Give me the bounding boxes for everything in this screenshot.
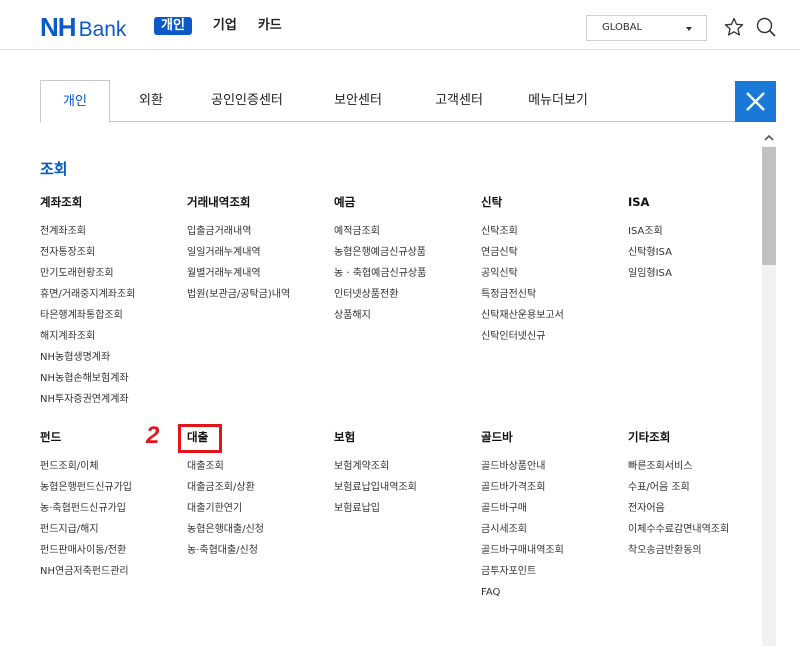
nh-bank-logo[interactable]: NH Bank — [40, 14, 126, 43]
menu-item[interactable]: 해지계좌조회 — [40, 326, 180, 347]
menu-column-other: 기타조회 빠른조회서비스 수표/어음 조회 전자어음 이체수수료감면내역조회 착… — [628, 427, 753, 561]
menu-item[interactable]: 전자통장조회 — [40, 242, 180, 263]
menu-item[interactable]: 신탁인터넷신규 — [481, 326, 621, 347]
menu-item[interactable]: 인터넷상품전환 — [334, 284, 474, 305]
menu-item[interactable]: 금투자포인트 — [481, 561, 621, 582]
menu-item[interactable]: 펀드지급/해지 — [40, 519, 180, 540]
menu-item[interactable]: 농 · 축협예금신규상품 — [334, 263, 474, 284]
column-heading[interactable]: 기타조회 — [628, 427, 753, 447]
star-icon[interactable] — [723, 16, 745, 38]
menu-item[interactable]: 일임형ISA — [628, 263, 753, 284]
menu-tabs: 개인 외환 공인인증센터 보안센터 고객센터 메뉴더보기 — [40, 80, 735, 123]
menu-item[interactable]: NH투자증권연계계좌 — [40, 389, 180, 410]
tab-certificate-center[interactable]: 공인인증센터 — [192, 80, 302, 122]
menu-item[interactable]: 신탁형ISA — [628, 242, 753, 263]
menu-item[interactable]: 골드바가격조회 — [481, 477, 621, 498]
menu-column-insurance: 보험 보험계약조회 보험료납입내역조회 보험료납입 — [334, 427, 474, 519]
menu-column-fund: 펀드 펀드조회/이체 농협은행펀드신규가입 농·축협펀드신규가입 펀드지급/해지… — [40, 427, 180, 582]
scroll-up-button[interactable] — [762, 130, 776, 144]
logo-bank-text: Bank — [78, 18, 127, 41]
menu-item[interactable]: ISA조회 — [628, 221, 753, 242]
menu-item[interactable]: NH연금저축펀드관리 — [40, 561, 180, 582]
menu-item[interactable]: 휴면/거래중지계좌조회 — [40, 284, 180, 305]
top-nav: 개인 기업 카드 — [154, 17, 303, 35]
menu-item[interactable]: 연금신탁 — [481, 242, 621, 263]
menu-item[interactable]: 공익신탁 — [481, 263, 621, 284]
menu-column-gold-bar: 골드바 골드바상품안내 골드바가격조회 골드바구매 금시세조회 골드바구매내역조… — [481, 427, 621, 603]
global-select[interactable]: GLOBAL — [586, 15, 707, 41]
menu-item[interactable]: 입출금거래내역 — [187, 221, 327, 242]
menu-item[interactable]: 대출기한연기 — [187, 498, 327, 519]
menu-column-transactions: 거래내역조회 입출금거래내역 일일거래누계내역 월별거래누계내역 법원(보관금/… — [187, 192, 327, 305]
menu-item[interactable]: 농협은행펀드신규가입 — [40, 477, 180, 498]
topnav-corporate[interactable]: 기업 — [213, 17, 237, 35]
chevron-up-icon — [764, 134, 774, 141]
menu-item[interactable]: 전자어음 — [628, 498, 753, 519]
column-heading[interactable]: 거래내역조회 — [187, 192, 327, 212]
menu-item[interactable]: 착오송금반환동의 — [628, 540, 753, 561]
menu-column-isa: ISA ISA조회 신탁형ISA 일임형ISA — [628, 192, 753, 284]
menu-item[interactable]: 펀드조회/이체 — [40, 456, 180, 477]
column-heading[interactable]: 신탁 — [481, 192, 621, 212]
menu-item[interactable]: 예적금조회 — [334, 221, 474, 242]
menu-item[interactable]: 특정금전신탁 — [481, 284, 621, 305]
menu-item[interactable]: 신탁조회 — [481, 221, 621, 242]
menu-item[interactable]: 금시세조회 — [481, 519, 621, 540]
menu-item[interactable]: 보험료납입내역조회 — [334, 477, 474, 498]
menu-item[interactable]: 만기도래현황조회 — [40, 263, 180, 284]
menu-item[interactable]: 골드바구매 — [481, 498, 621, 519]
menu-item[interactable]: 법원(보관금/공탁금)내역 — [187, 284, 327, 305]
search-icon[interactable] — [755, 16, 777, 38]
menu-item[interactable]: 농·축협대출/신청 — [187, 540, 327, 561]
column-heading[interactable]: 계좌조회 — [40, 192, 180, 212]
menu-item[interactable]: 대출금조회/상환 — [187, 477, 327, 498]
site-header: NH Bank 개인 기업 카드 GLOBAL — [0, 0, 800, 50]
menu-item[interactable]: 타은행계좌통합조회 — [40, 305, 180, 326]
global-select-label: GLOBAL — [602, 22, 643, 33]
column-heading[interactable]: 보험 — [334, 427, 474, 447]
tab-more-menu[interactable]: 메뉴더보기 — [504, 80, 612, 122]
menu-item[interactable]: 농협은행대출/신청 — [187, 519, 327, 540]
menu-item[interactable]: NH농협생명계좌 — [40, 347, 180, 368]
close-button[interactable] — [735, 81, 776, 122]
menu-item[interactable]: 농협은행예금신규상품 — [334, 242, 474, 263]
logo-nh-text: NH — [40, 12, 77, 42]
menu-item[interactable]: 월별거래누계내역 — [187, 263, 327, 284]
tab-customer-center[interactable]: 고객센터 — [414, 80, 504, 122]
menu-item[interactable]: 전계좌조회 — [40, 221, 180, 242]
chevron-down-icon — [686, 27, 692, 31]
menu-item[interactable]: 농·축협펀드신규가입 — [40, 498, 180, 519]
menu-column-account: 계좌조회 전계좌조회 전자통장조회 만기도래현황조회 휴면/거래중지계좌조회 타… — [40, 192, 180, 410]
annotation-step-number: 2 — [146, 422, 160, 449]
tab-foreign-exchange[interactable]: 외환 — [110, 80, 192, 122]
menu-item[interactable]: 대출조회 — [187, 456, 327, 477]
menu-item[interactable]: 펀드판매사이동/전환 — [40, 540, 180, 561]
topnav-personal[interactable]: 개인 — [154, 17, 192, 35]
column-heading[interactable]: ISA — [628, 192, 753, 212]
menu-item[interactable]: NH농협손해보험계좌 — [40, 368, 180, 389]
tab-security-center[interactable]: 보안센터 — [302, 80, 414, 122]
menu-item[interactable]: 빠른조회서비스 — [628, 456, 753, 477]
menu-item[interactable]: FAQ — [481, 582, 621, 603]
menu-item[interactable]: 이체수수료감면내역조회 — [628, 519, 753, 540]
menu-column-deposit: 예금 예적금조회 농협은행예금신규상품 농 · 축협예금신규상품 인터넷상품전환… — [334, 192, 474, 326]
column-heading[interactable]: 골드바 — [481, 427, 621, 447]
scrollbar-thumb[interactable] — [762, 147, 776, 265]
close-icon — [746, 92, 765, 111]
section-title-inquiry: 조회 — [40, 160, 68, 178]
menu-item[interactable]: 골드바상품안내 — [481, 456, 621, 477]
menu-item[interactable]: 보험계약조회 — [334, 456, 474, 477]
menu-column-trust: 신탁 신탁조회 연금신탁 공익신탁 특정금전신탁 신탁재산운용보고서 신탁인터넷… — [481, 192, 621, 347]
menu-item[interactable]: 신탁재산운용보고서 — [481, 305, 621, 326]
annotation-highlight-box — [178, 424, 222, 453]
topnav-card[interactable]: 카드 — [258, 17, 282, 35]
menu-item[interactable]: 일일거래누계내역 — [187, 242, 327, 263]
menu-item[interactable]: 수표/어음 조회 — [628, 477, 753, 498]
menu-item[interactable]: 골드바구매내역조회 — [481, 540, 621, 561]
menu-item[interactable]: 상품해지 — [334, 305, 474, 326]
column-heading[interactable]: 예금 — [334, 192, 474, 212]
menu-item[interactable]: 보험료납입 — [334, 498, 474, 519]
tab-personal[interactable]: 개인 — [40, 80, 110, 123]
